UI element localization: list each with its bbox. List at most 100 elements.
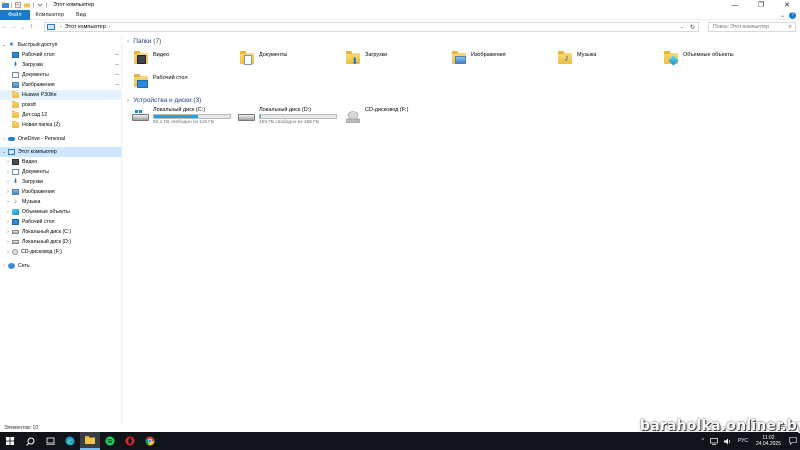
- taskbar-opera[interactable]: [120, 432, 140, 450]
- sidebar-item-pictures[interactable]: Изображения ⊸: [0, 80, 122, 90]
- arrow-left-icon: ←: [1, 24, 8, 30]
- up-button[interactable]: ↑: [27, 21, 36, 33]
- window-controls: — ❐ ✕: [722, 0, 800, 10]
- drive-tile-cd[interactable]: CD-дисковод (F:): [344, 106, 448, 132]
- help-icon[interactable]: ?: [789, 11, 796, 19]
- drive-tile-d[interactable]: Локальный диск (D:) 459 ГБ свободно из 4…: [238, 106, 342, 132]
- breadcrumb-this-pc[interactable]: Этот компьютер: [65, 24, 106, 30]
- chevron-right-icon[interactable]: ›: [4, 229, 12, 235]
- taskbar-search-button[interactable]: [20, 432, 40, 450]
- maximize-button[interactable]: ❐: [748, 0, 774, 10]
- taskbar-edge[interactable]: [60, 432, 80, 450]
- devices-group-header[interactable]: ⌄ Устройства и диски (3): [126, 95, 201, 105]
- folder-tile-downloads[interactable]: ⬇ Загрузки: [346, 49, 450, 71]
- chevron-right-icon[interactable]: ›: [0, 263, 8, 269]
- start-button[interactable]: [0, 432, 20, 450]
- sidebar-item-posstt[interactable]: posstt: [0, 100, 122, 110]
- recent-locations-button[interactable]: ⌄: [18, 21, 27, 33]
- tile-label: Объемные объекты: [683, 52, 734, 58]
- sidebar-item-network[interactable]: › Сеть: [0, 261, 122, 271]
- sidebar-item-downloads[interactable]: ⬇ Загрузки ⊸: [0, 60, 122, 70]
- network-status-icon[interactable]: [707, 432, 721, 450]
- tab-view[interactable]: Вид: [70, 10, 92, 20]
- chevron-right-icon[interactable]: ›: [4, 249, 12, 255]
- sidebar-item-drive-c[interactable]: › Локальный диск (C:): [0, 227, 122, 237]
- volume-icon[interactable]: [721, 432, 735, 450]
- chevron-right-icon[interactable]: ›: [4, 219, 12, 225]
- clock[interactable]: 11:02 24.04.2025: [751, 435, 786, 447]
- notifications-icon[interactable]: [786, 432, 800, 450]
- chevron-down-icon[interactable]: ⌄: [126, 38, 130, 44]
- drive-tile-c[interactable]: Локальный диск (C:) 50,1 ГБ свободно из …: [132, 106, 236, 132]
- folder-tile-3d-objects[interactable]: Объемные объекты: [664, 49, 768, 71]
- taskbar-chrome[interactable]: [140, 432, 160, 450]
- folders-group-header[interactable]: ⌄ Папки (7): [126, 36, 161, 46]
- close-button[interactable]: ✕: [774, 0, 800, 10]
- chevron-right-icon[interactable]: ›: [4, 189, 12, 195]
- address-history-dropdown[interactable]: ⌄: [680, 23, 684, 31]
- chevron-down-icon[interactable]: ⌄: [126, 97, 130, 103]
- chevron-right-icon[interactable]: ›: [4, 169, 12, 175]
- search-box[interactable]: ⌕: [708, 22, 796, 32]
- sidebar-item-desktop-pc[interactable]: › Рабочий стол: [0, 217, 122, 227]
- folder-icon: [12, 121, 19, 128]
- breadcrumb-separator[interactable]: ›: [109, 24, 111, 30]
- language-indicator[interactable]: РУС: [735, 432, 751, 450]
- sidebar-item-pictures-pc[interactable]: › Изображения: [0, 187, 122, 197]
- tab-computer[interactable]: Компьютер: [30, 10, 70, 20]
- chevron-right-icon[interactable]: ›: [4, 159, 12, 165]
- chevron-right-icon[interactable]: ›: [4, 239, 12, 245]
- 3d-objects-icon: [12, 209, 19, 215]
- folder-tile-pictures[interactable]: Изображения: [452, 49, 556, 71]
- pin-icon[interactable]: ⊸: [115, 82, 119, 88]
- customize-toolbar-icon[interactable]: [37, 2, 43, 8]
- folder-tile-videos[interactable]: Видео: [134, 49, 238, 71]
- sidebar-item-3d-objects[interactable]: › Объемные объекты: [0, 207, 122, 217]
- pin-icon[interactable]: ⊸: [115, 62, 119, 68]
- sidebar-item-label: posstt: [22, 102, 36, 108]
- chevron-right-icon[interactable]: ›: [4, 179, 12, 185]
- hidden-icons-chevron-icon[interactable]: ^: [699, 432, 707, 450]
- sidebar-item-label: Быстрый доступ: [18, 42, 58, 48]
- sidebar-quick-access[interactable]: ⌄ ★ Быстрый доступ: [0, 40, 122, 50]
- sidebar-item-huawei[interactable]: Huawei P30lite: [0, 90, 122, 100]
- sidebar-item-videos[interactable]: › Видео: [0, 157, 122, 167]
- sidebar-item-new-folder[interactable]: Новая папка (2): [0, 120, 122, 130]
- minimize-button[interactable]: —: [722, 0, 748, 10]
- search-input[interactable]: [713, 24, 787, 30]
- back-button[interactable]: ←: [0, 21, 9, 33]
- folder-tile-desktop[interactable]: Рабочий стол: [134, 72, 238, 94]
- toolbar-divider: [11, 2, 12, 8]
- chevron-down-icon[interactable]: ⌄: [0, 42, 8, 48]
- taskbar-spotify[interactable]: [100, 432, 120, 450]
- folder-tile-music[interactable]: ♪ Музыка: [558, 49, 662, 71]
- properties-icon[interactable]: [15, 2, 21, 8]
- sidebar-item-detsad[interactable]: Дет.сад 12: [0, 110, 122, 120]
- sidebar-item-downloads-pc[interactable]: › ⬇ Загрузки: [0, 177, 122, 187]
- sidebar-item-drive-d[interactable]: › Локальный диск (D:): [0, 237, 122, 247]
- pin-icon[interactable]: ⊸: [115, 52, 119, 58]
- sidebar-item-onedrive[interactable]: › OneDrive - Personal: [0, 134, 122, 144]
- videos-icon: [12, 159, 19, 165]
- sidebar-item-this-pc[interactable]: ⌄ Этот компьютер: [0, 147, 122, 157]
- chevron-right-icon[interactable]: ›: [4, 199, 12, 205]
- sidebar-item-documents-pc[interactable]: › Документы: [0, 167, 122, 177]
- chevron-right-icon[interactable]: ›: [4, 209, 12, 215]
- chevron-down-icon[interactable]: ⌄: [0, 149, 8, 155]
- folder-tile-documents[interactable]: Документы: [240, 49, 344, 71]
- new-folder-icon[interactable]: [24, 2, 30, 8]
- chevron-right-icon[interactable]: ›: [0, 136, 8, 142]
- address-bar[interactable]: › Этот компьютер › ⌄ ↻: [44, 22, 699, 32]
- pin-icon[interactable]: ⊸: [115, 72, 119, 78]
- sidebar-item-desktop[interactable]: Рабочий стол ⊸: [0, 50, 122, 60]
- sidebar-item-cd-drive[interactable]: › CD-дисковод (F:): [0, 247, 122, 257]
- breadcrumb-separator[interactable]: ›: [60, 24, 62, 30]
- refresh-icon[interactable]: ↻: [690, 23, 695, 31]
- forward-button[interactable]: →: [9, 21, 18, 33]
- taskbar-file-explorer[interactable]: [80, 432, 100, 450]
- sidebar-item-documents[interactable]: Документы ⊸: [0, 70, 122, 80]
- sidebar-item-music[interactable]: › ♪ Музыка: [0, 197, 122, 207]
- chevron-down-icon[interactable]: ⌄: [780, 12, 785, 19]
- tab-file[interactable]: Файл: [0, 9, 30, 20]
- task-view-button[interactable]: [40, 432, 60, 450]
